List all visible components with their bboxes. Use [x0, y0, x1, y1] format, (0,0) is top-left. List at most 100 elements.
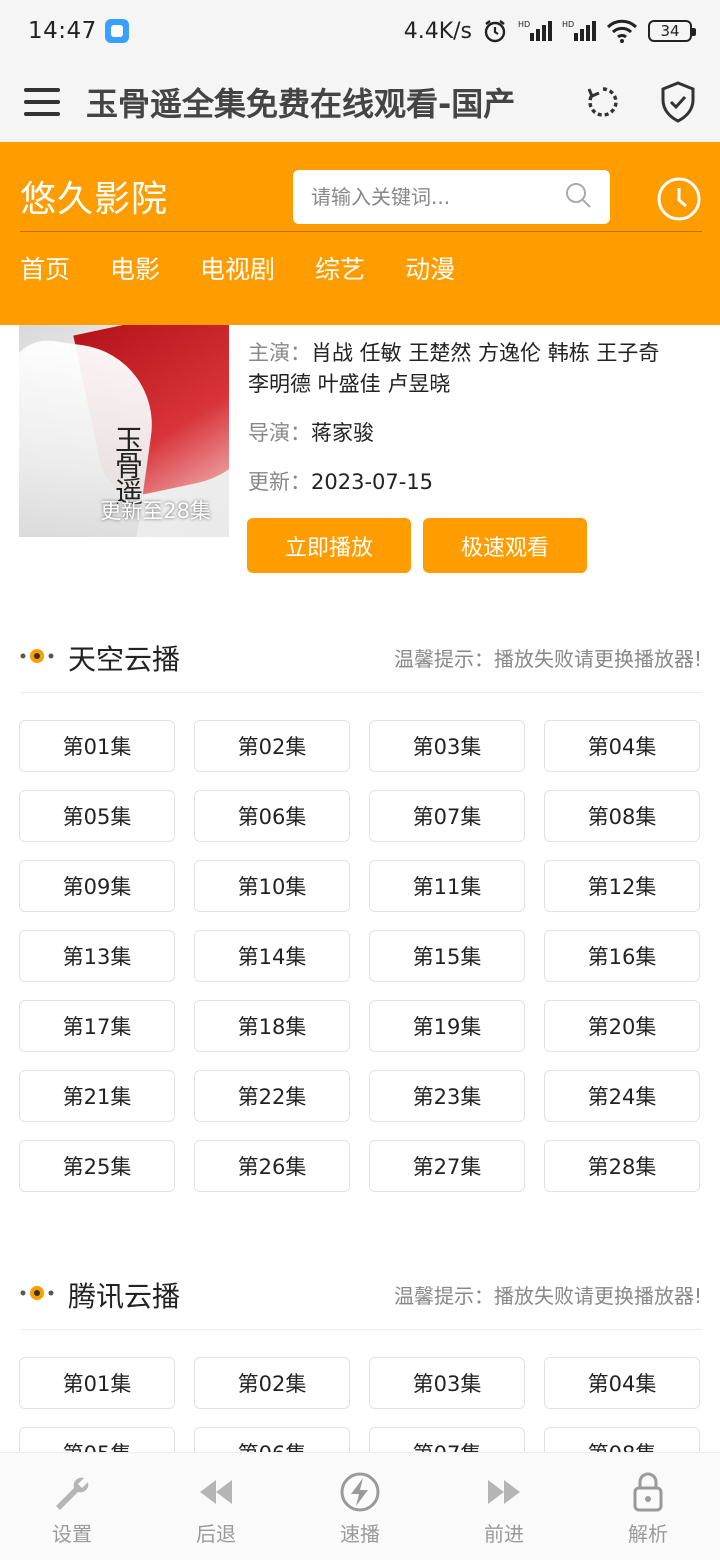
status-right: 4.4K/s HD HD 34 [403, 18, 696, 44]
source-bullet-icon [20, 648, 54, 668]
battery-level: 34 [660, 22, 680, 40]
speed-play-button[interactable]: 速播 [305, 1472, 415, 1547]
menu-icon[interactable] [24, 88, 60, 116]
nav-movie[interactable]: 电影 [110, 250, 160, 286]
episode-button[interactable]: 第17集 [19, 1000, 175, 1052]
episode-button[interactable]: 第16集 [544, 930, 700, 982]
episode-button[interactable]: 第28集 [544, 1140, 700, 1192]
forward-button[interactable]: 前进 [449, 1472, 559, 1547]
episode-button[interactable]: 第27集 [369, 1140, 525, 1192]
status-time: 14:47 [28, 18, 97, 44]
episode-button[interactable]: 第11集 [369, 860, 525, 912]
update-label: 更新： [248, 470, 311, 494]
episode-button[interactable]: 第07集 [369, 790, 525, 842]
alarm-icon [482, 18, 508, 44]
poster-update-badge: 更新至28集 [100, 499, 211, 523]
source-tip: 温馨提示：播放失败请更换播放器! [393, 1284, 702, 1308]
source-tip: 温馨提示：播放失败请更换播放器! [393, 647, 702, 671]
episode-button[interactable]: 第04集 [544, 720, 700, 772]
forward-label: 前进 [484, 1522, 524, 1546]
episode-button[interactable]: 第23集 [369, 1070, 525, 1122]
director-label: 导演： [248, 421, 311, 445]
episode-button[interactable]: 第18集 [194, 1000, 350, 1052]
bottom-toolbar: 设置 后退 速播 前进 解析 [0, 1452, 720, 1560]
page-title: 玉骨遥全集免费在线观看-国产 [86, 85, 516, 123]
back-label: 后退 [196, 1522, 236, 1546]
status-bar: 14:47 4.4K/s HD HD 34 [0, 0, 720, 62]
episode-button[interactable]: 第01集 [19, 720, 175, 772]
episode-button[interactable]: 第03集 [369, 1357, 525, 1409]
episode-button[interactable]: 第26集 [194, 1140, 350, 1192]
lightning-icon [340, 1472, 380, 1512]
episode-button[interactable]: 第19集 [369, 1000, 525, 1052]
episode-button[interactable]: 第24集 [544, 1070, 700, 1122]
episode-button[interactable]: 第15集 [369, 930, 525, 982]
poster-image[interactable]: 玉骨遥 更新至28集 [19, 325, 229, 537]
director-value: 蒋家骏 [311, 421, 374, 445]
reload-icon[interactable] [586, 85, 620, 119]
episode-button[interactable]: 第14集 [194, 930, 350, 982]
app-notification-icon [104, 19, 129, 43]
search-box[interactable] [293, 170, 610, 224]
episode-button[interactable]: 第05集 [19, 790, 175, 842]
network-speed: 4.4K/s [403, 18, 472, 44]
parse-button[interactable]: 解析 [593, 1472, 703, 1547]
signal-icon: HD [518, 19, 552, 43]
update-row: 更新：2023-07-15 [248, 467, 668, 498]
lock-icon [633, 1472, 663, 1512]
cast-label: 主演： [248, 341, 311, 365]
update-value: 2023-07-15 [311, 470, 434, 494]
episode-button[interactable]: 第08集 [544, 790, 700, 842]
episode-button[interactable]: 第02集 [194, 720, 350, 772]
search-input[interactable] [311, 185, 551, 209]
search-icon[interactable] [564, 181, 592, 213]
source-name[interactable]: 天空云播 [68, 638, 180, 678]
episode-button[interactable]: 第03集 [369, 720, 525, 772]
source-header: 天空云播 温馨提示：播放失败请更换播放器! [20, 623, 702, 693]
cast-row: 主演：肖战 任敏 王楚然 方逸伦 韩栋 王子奇 李明德 叶盛佳 卢昱晓 [248, 338, 668, 400]
episode-button[interactable]: 第21集 [19, 1070, 175, 1122]
episode-button[interactable]: 第22集 [194, 1070, 350, 1122]
episode-grid: 第01集 第02集 第03集 第04集 第05集 第06集 第07集 第08集 … [19, 720, 703, 1192]
nav-tv[interactable]: 电视剧 [200, 250, 275, 286]
signal-icon-2: HD [562, 19, 596, 43]
shield-check-icon[interactable] [660, 81, 696, 123]
app-screen: 14:47 4.4K/s HD HD 34 玉骨遥全集免费在线观看-国产 悠久影… [0, 0, 720, 1560]
header-divider [20, 231, 702, 232]
episode-button[interactable]: 第02集 [194, 1357, 350, 1409]
episode-button[interactable]: 第09集 [19, 860, 175, 912]
episode-button[interactable]: 第25集 [19, 1140, 175, 1192]
svg-text:HD: HD [518, 20, 530, 29]
episode-button[interactable]: 第13集 [19, 930, 175, 982]
episode-button[interactable]: 第04集 [544, 1357, 700, 1409]
episode-button[interactable]: 第10集 [194, 860, 350, 912]
battery-icon: 34 [648, 20, 696, 42]
site-header: 悠久影院 首页 电影 电视剧 综艺 动漫 [0, 142, 720, 325]
settings-button[interactable]: 设置 [17, 1472, 127, 1547]
wifi-icon [606, 19, 638, 43]
fast-watch-button[interactable]: 极速观看 [423, 518, 587, 573]
episode-button[interactable]: 第12集 [544, 860, 700, 912]
history-clock-icon[interactable] [656, 176, 702, 226]
back-button[interactable]: 后退 [161, 1472, 271, 1547]
nav-anime[interactable]: 动漫 [405, 250, 455, 286]
speed-play-label: 速播 [340, 1522, 380, 1546]
director-row: 导演：蒋家骏 [248, 418, 668, 449]
site-logo[interactable]: 悠久影院 [20, 170, 168, 222]
episode-button[interactable]: 第20集 [544, 1000, 700, 1052]
browser-toolbar: 玉骨遥全集免费在线观看-国产 [0, 62, 720, 142]
settings-label: 设置 [52, 1522, 92, 1546]
nav-home[interactable]: 首页 [20, 250, 70, 286]
svg-text:HD: HD [562, 20, 574, 29]
source-name[interactable]: 腾讯云播 [68, 1275, 180, 1315]
source-header: 腾讯云播 温馨提示：播放失败请更换播放器! [20, 1260, 702, 1330]
nav-variety[interactable]: 综艺 [315, 250, 365, 286]
episode-button[interactable]: 第06集 [194, 790, 350, 842]
site-nav: 首页 电影 电视剧 综艺 动漫 [20, 250, 455, 286]
fast-forward-icon [488, 1480, 520, 1504]
rewind-icon [200, 1480, 232, 1504]
wrench-icon [56, 1477, 89, 1510]
episode-button[interactable]: 第01集 [19, 1357, 175, 1409]
poster-calligraphy: 玉骨遥 [111, 425, 144, 503]
play-now-button[interactable]: 立即播放 [247, 518, 411, 573]
